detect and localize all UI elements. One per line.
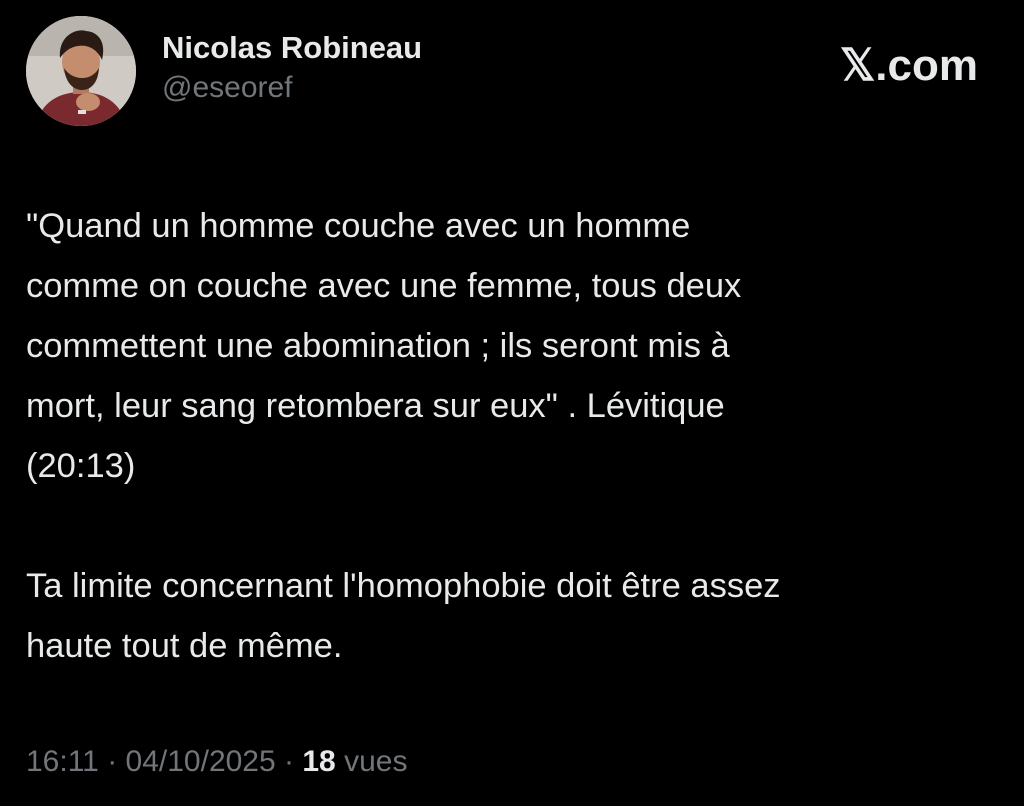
avatar[interactable] [26, 16, 136, 126]
tweet-meta: 16:11 · 04/10/2025 · 18 vues [26, 742, 407, 782]
tweet-paragraph-comment: Ta limite concernant l'homophobie doit ê… [26, 567, 781, 665]
tweet-card: Nicolas Robineau @eseoref 𝕏.com "Quand u… [0, 0, 1024, 806]
tweet-time[interactable]: 16:11 [26, 745, 99, 778]
author-handle[interactable]: @eseoref [162, 70, 422, 106]
tweet-paragraph-quote: "Quand un homme couche avec un homme com… [26, 207, 742, 485]
author-info: Nicolas Robineau @eseoref [162, 30, 422, 106]
tweet-text: "Quand un homme couche avec un homme com… [26, 196, 1006, 676]
views-count: 18 [302, 745, 336, 778]
tweet-date[interactable]: 04/10/2025 [126, 745, 276, 778]
profile-photo-icon [26, 16, 136, 126]
x-logo: 𝕏.com [839, 41, 978, 90]
views-label: vues [335, 745, 408, 778]
meta-separator-2: · [275, 745, 303, 778]
tweet-header: Nicolas Robineau @eseoref 𝕏.com [26, 16, 998, 128]
meta-separator: · [98, 745, 126, 778]
author-display-name[interactable]: Nicolas Robineau [162, 30, 422, 66]
